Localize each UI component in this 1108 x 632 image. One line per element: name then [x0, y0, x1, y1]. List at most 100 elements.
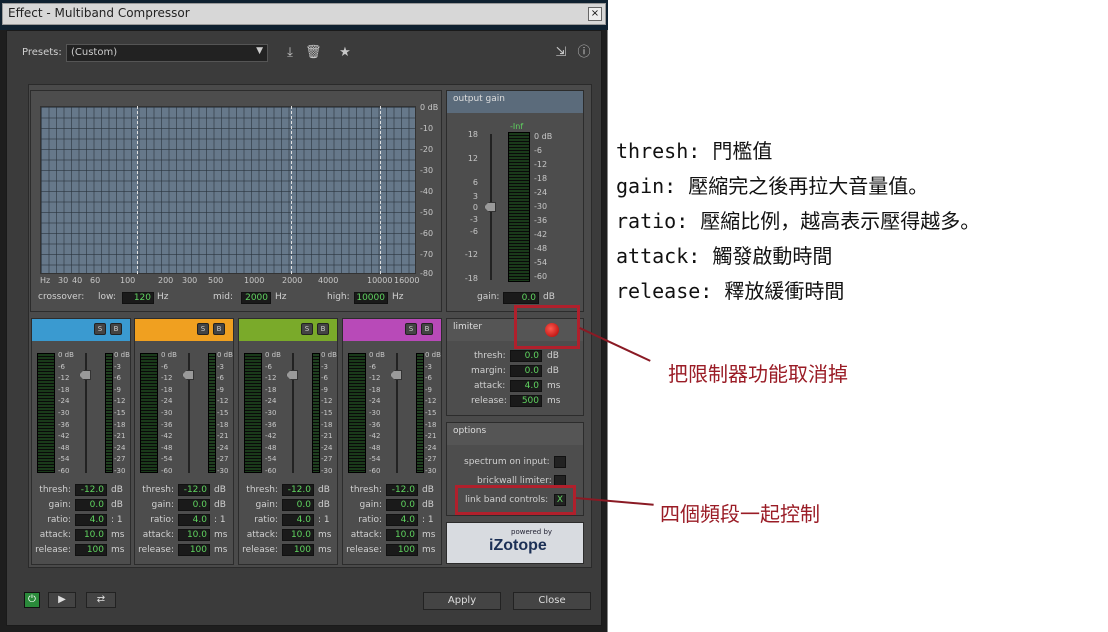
- scale-tick: -30: [217, 467, 229, 475]
- band-3-ratio-field[interactable]: 4.0: [282, 514, 314, 526]
- band-3-solo-button[interactable]: S: [301, 323, 313, 335]
- close-button[interactable]: Close: [513, 592, 591, 610]
- limiter-thresh-label: thresh:: [474, 351, 506, 361]
- scale-tick: -60: [161, 467, 173, 475]
- band-1-bypass-button[interactable]: B: [110, 323, 122, 335]
- band-1-attack-field[interactable]: 10.0: [75, 529, 107, 541]
- title-bar: Effect - Multiband Compressor ×: [2, 3, 606, 25]
- limiter-margin-field[interactable]: 0.0: [510, 365, 542, 377]
- spectrum-on-input-checkbox[interactable]: [554, 456, 566, 468]
- band-3-attack-field[interactable]: 10.0: [282, 529, 314, 541]
- freq-tick: 16000: [394, 276, 420, 285]
- save-preset-icon[interactable]: ⤓: [282, 45, 298, 61]
- crossover-low-line[interactable]: [137, 106, 138, 274]
- band-2-bypass-button[interactable]: B: [213, 323, 225, 335]
- close-window-button[interactable]: ×: [588, 7, 602, 21]
- spectrum-graph: [40, 106, 416, 274]
- crossover-high-line[interactable]: [380, 106, 381, 274]
- crossover-mid-field[interactable]: 2000: [241, 292, 271, 304]
- band-4-attack-field[interactable]: 10.0: [386, 529, 418, 541]
- scale-tick: -24: [58, 397, 70, 406]
- scale-tick: -30: [369, 409, 381, 417]
- output-gain-title: output gain: [453, 94, 505, 104]
- limiter-attack-field[interactable]: 4.0: [510, 380, 542, 392]
- scale-tick: -30: [425, 467, 437, 475]
- scale-tick: 0 dB: [321, 351, 337, 359]
- db-unit: dB: [543, 292, 555, 302]
- ms-unit: ms: [547, 396, 561, 406]
- play-button[interactable]: ▶: [48, 592, 76, 608]
- band-2-solo-button[interactable]: S: [197, 323, 209, 335]
- band-1-threshold-knob[interactable]: [79, 370, 91, 380]
- band-4-thresh-field[interactable]: -12.0: [386, 484, 418, 496]
- limiter-attack-label: attack:: [474, 381, 506, 391]
- scale-tick: -15: [321, 409, 333, 417]
- band-1-gain-field[interactable]: 0.0: [75, 499, 107, 511]
- band-2-attack-label: attack:: [142, 530, 174, 540]
- output-gain-field[interactable]: 0.0: [503, 292, 539, 304]
- scale-tick: -3: [114, 362, 121, 371]
- scale-tick: 0 dB: [265, 351, 281, 359]
- band-2-ratio-field[interactable]: 4.0: [178, 514, 210, 526]
- freq-tick: 60: [90, 276, 101, 285]
- presets-label: Presets:: [22, 47, 62, 58]
- band-3-release-field[interactable]: 100: [282, 544, 314, 556]
- scale-tick: -18: [265, 385, 277, 394]
- band-3-gain-field[interactable]: 0.0: [282, 499, 314, 511]
- band-2-gain-field[interactable]: 0.0: [178, 499, 210, 511]
- ms-unit: ms: [547, 381, 561, 391]
- band-3-gain-label: gain:: [255, 500, 278, 510]
- band-4-bypass-button[interactable]: B: [421, 323, 433, 335]
- spectrum-on-input-label: spectrum on input:: [464, 457, 550, 467]
- crossover-high-field[interactable]: 10000: [354, 292, 388, 304]
- band-3-gain-unit: dB: [318, 500, 330, 510]
- limiter-thresh-field[interactable]: 0.0: [510, 350, 542, 362]
- band-3-thresh-field[interactable]: -12.0: [282, 484, 314, 496]
- band-2-attack-field[interactable]: 10.0: [178, 529, 210, 541]
- power-icon[interactable]: ⏻: [24, 592, 40, 608]
- band-4-release-unit: ms: [422, 545, 436, 555]
- scale-tick: 12: [467, 154, 478, 163]
- scale-tick: -21: [114, 432, 126, 441]
- output-peak-value: -Inf: [510, 122, 524, 131]
- trash-icon[interactable]: 🗑: [305, 45, 322, 61]
- band-4-gain-label: gain:: [359, 500, 382, 510]
- band-3-release-unit: ms: [318, 545, 332, 555]
- band-1-release-field[interactable]: 100: [75, 544, 107, 556]
- band-2-gain-label: gain:: [151, 500, 174, 510]
- annotation-thresh: thresh: 門檻值: [616, 139, 773, 163]
- band-2-thresh-field[interactable]: -12.0: [178, 484, 210, 496]
- band-4-ratio-field[interactable]: 4.0: [386, 514, 418, 526]
- scale-tick: -48: [369, 443, 381, 452]
- hz-unit: Hz: [157, 292, 169, 302]
- scale-tick: -18: [464, 274, 478, 283]
- band-4-threshold-knob[interactable]: [390, 370, 402, 380]
- limiter-release-field[interactable]: 500: [510, 395, 542, 407]
- scale-tick: -18: [58, 385, 70, 394]
- band-3-threshold-knob[interactable]: [286, 370, 298, 380]
- band-1-ratio-field[interactable]: 4.0: [75, 514, 107, 526]
- band-4-solo-button[interactable]: S: [405, 323, 417, 335]
- band-1-release-unit: ms: [111, 545, 125, 555]
- db-unit: dB: [547, 366, 559, 376]
- star-icon[interactable]: ★: [337, 45, 353, 61]
- band-1-solo-button[interactable]: S: [94, 323, 106, 335]
- presets-select[interactable]: (Custom) ▼: [66, 44, 268, 62]
- scale-tick: -3: [470, 215, 478, 224]
- band-4-release-field[interactable]: 100: [386, 544, 418, 556]
- crossover-mid-line[interactable]: [291, 106, 292, 274]
- band-2-release-field[interactable]: 100: [178, 544, 210, 556]
- band-3-bypass-button[interactable]: B: [317, 323, 329, 335]
- band-1-thresh-field[interactable]: -12.0: [75, 484, 107, 496]
- band-2-threshold-knob[interactable]: [182, 370, 194, 380]
- scale-tick: -18: [425, 420, 437, 429]
- loop-button[interactable]: ⇄: [86, 592, 116, 608]
- apply-button[interactable]: Apply: [423, 592, 501, 610]
- scale-tick: -12: [425, 397, 437, 406]
- scale-tick: 0 dB: [161, 351, 177, 359]
- info-icon[interactable]: ⓘ: [576, 45, 592, 61]
- routing-icon[interactable]: ⇲: [553, 45, 569, 61]
- crossover-low-field[interactable]: 120: [122, 292, 154, 304]
- band-4-gain-field[interactable]: 0.0: [386, 499, 418, 511]
- db-tick: -30: [420, 166, 434, 175]
